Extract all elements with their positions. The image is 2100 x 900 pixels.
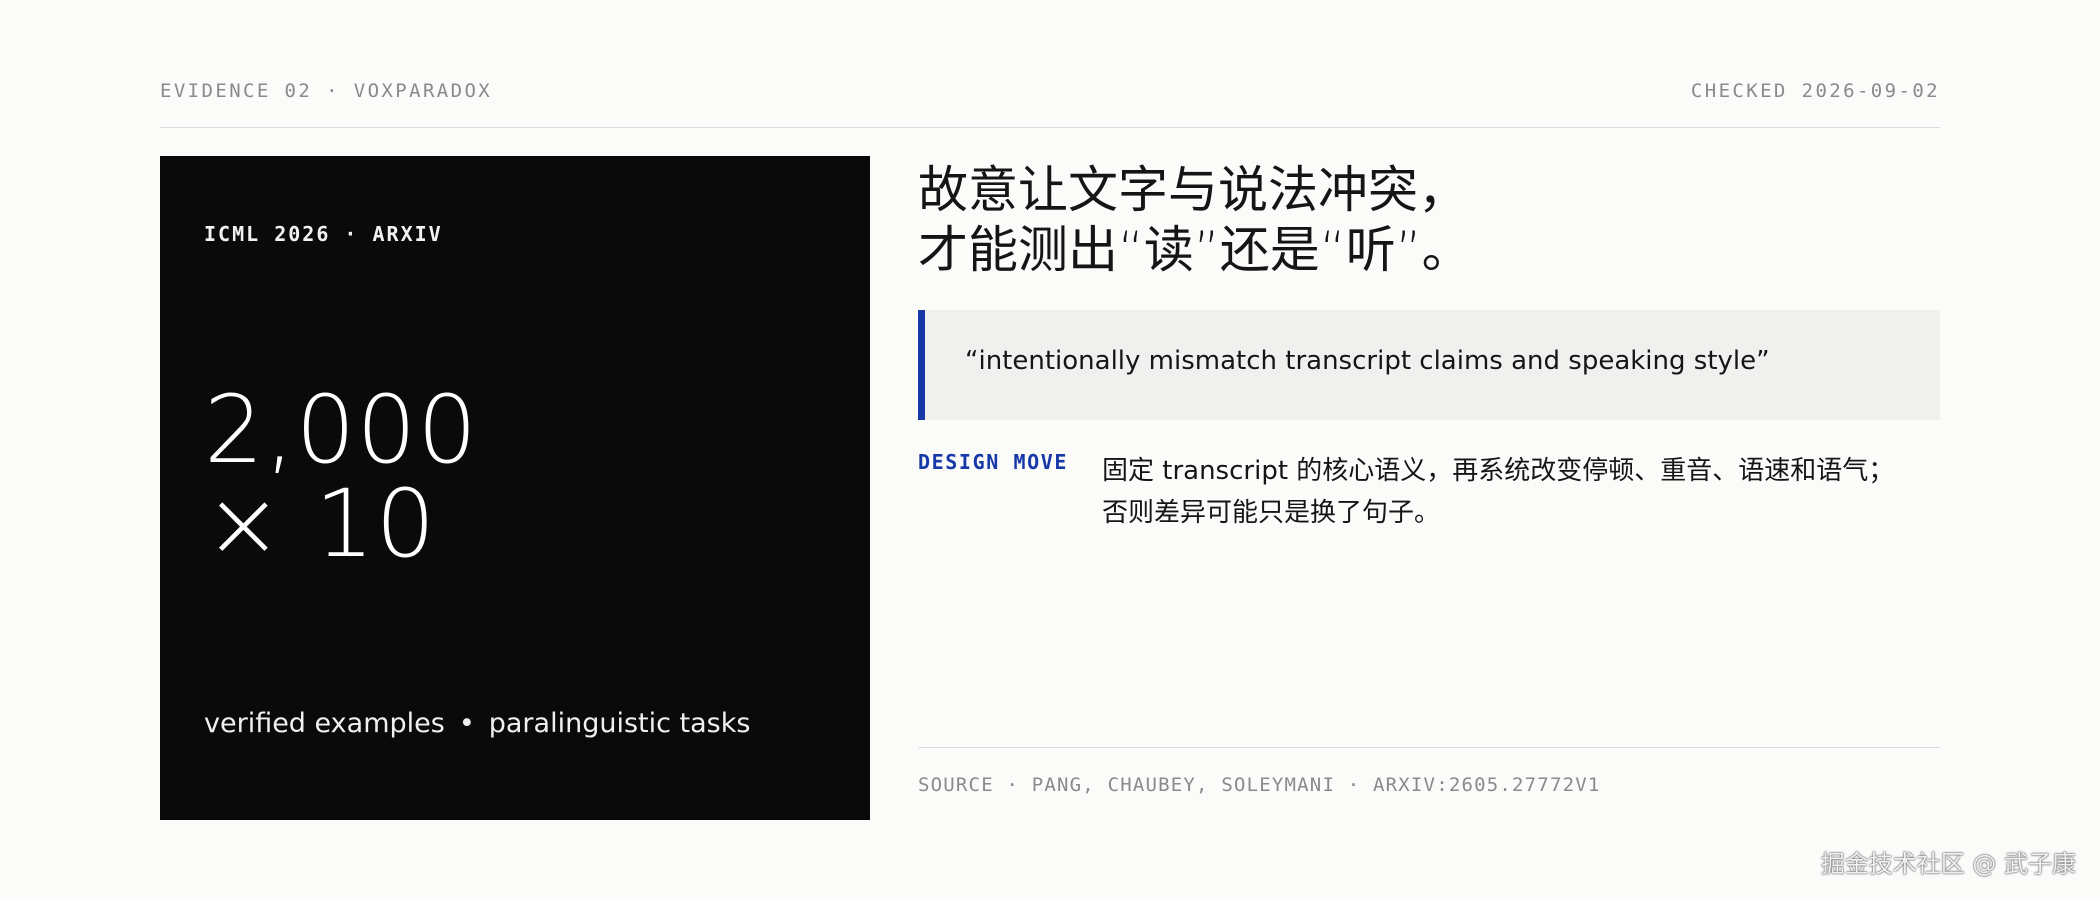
source-footer: SOURCE · PANG, CHAUBEY, SOLEYMANI · ARXI… xyxy=(918,747,1940,807)
stat-caption: verified examples • paralinguistic tasks xyxy=(204,708,750,739)
evidence-page: EVIDENCE 02 · VOXPARADOX CHECKED 2026-09… xyxy=(0,0,2100,900)
quote-text: “intentionally mismatch transcript claim… xyxy=(965,346,1770,376)
stat-card: ICML 2026 · ARXIV 2,000 × 10 verified ex… xyxy=(160,156,870,820)
headline: 故意让文字与说法冲突， 才能测出“读”还是“听”。 xyxy=(918,160,1918,280)
stat-line-1: 2,000 xyxy=(204,376,479,485)
caption-separator: • xyxy=(458,708,475,739)
source-citation: SOURCE · PANG, CHAUBEY, SOLEYMANI · ARXI… xyxy=(918,774,1601,796)
design-move-label: DESIGN MOVE xyxy=(918,450,1069,474)
caption-left: verified examples xyxy=(204,708,445,739)
watermark: 掘金技术社区 @ 武子康 xyxy=(1820,850,2076,878)
evidence-label: EVIDENCE 02 · VOXPARADOX xyxy=(160,80,493,102)
page-header: EVIDENCE 02 · VOXPARADOX CHECKED 2026-09… xyxy=(160,78,1940,128)
headline-line-1: 故意让文字与说法冲突， xyxy=(918,161,1468,219)
venue-label: ICML 2026 · ARXIV xyxy=(204,222,443,246)
headline-line-2: 才能测出“读”还是“听”。 xyxy=(918,221,1472,279)
design-move-text: 固定 transcript 的核心语义，再系统改变停顿、重音、语速和语气；否则差… xyxy=(1102,456,1895,528)
stat-line-2: × 10 xyxy=(204,470,437,579)
stat-number: 2,000 × 10 xyxy=(204,384,478,572)
caption-right: paralinguistic tasks xyxy=(488,708,751,739)
quote-block: “intentionally mismatch transcript claim… xyxy=(918,310,1940,420)
checked-date: CHECKED 2026-09-02 xyxy=(1690,80,1940,102)
